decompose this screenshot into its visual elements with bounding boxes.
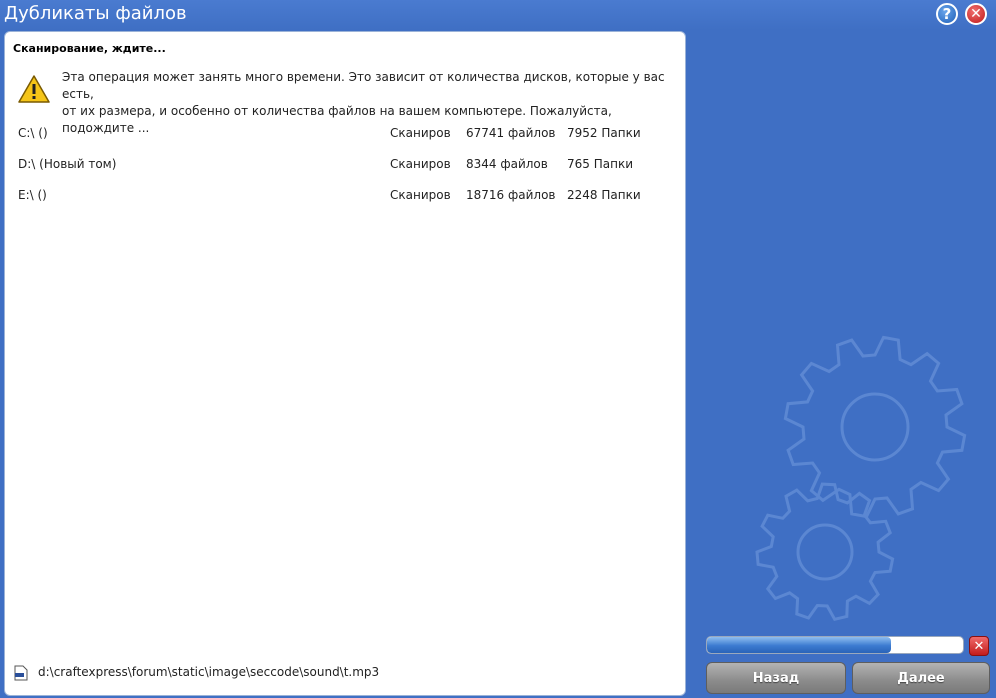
close-icon[interactable]: ✕ (965, 3, 987, 25)
drive-files-count: 8344 файлов (466, 157, 548, 171)
scan-progress-bar (706, 636, 964, 654)
drive-status: Сканиров (390, 126, 451, 140)
scan-progress-fill (707, 637, 892, 653)
description-line-1: Эта операция может занять много времени.… (62, 70, 665, 101)
next-button[interactable]: Далее (852, 662, 990, 694)
help-icon[interactable]: ? (936, 3, 958, 25)
drive-name: D:\ (Новый том) (18, 157, 117, 171)
drive-files-count: 18716 файлов (466, 188, 556, 202)
drive-row-d: D:\ (Новый том) Сканиров 8344 файлов 765… (5, 157, 687, 175)
drive-status: Сканиров (390, 157, 451, 171)
drive-row-e: E:\ () Сканиров 18716 файлов 2248 Папки (5, 188, 687, 206)
drive-folders-count: 765 Папки (567, 157, 633, 171)
window-title: Дубликаты файлов (4, 3, 187, 24)
drive-name: C:\ () (18, 126, 48, 140)
gears-decoration (755, 335, 967, 622)
drive-name: E:\ () (18, 188, 47, 202)
scan-panel: Сканирование, ждите... Эта операция може… (4, 31, 686, 696)
warning-icon (18, 75, 50, 103)
drive-files-count: 67741 файлов (466, 126, 556, 140)
file-icon (14, 665, 28, 681)
cancel-icon[interactable]: ✕ (969, 636, 989, 656)
scan-heading: Сканирование, ждите... (13, 42, 166, 55)
drive-status: Сканиров (390, 188, 451, 202)
current-file-path: d:\craftexpress\forum\static\image\secco… (38, 665, 380, 679)
drive-folders-count: 7952 Папки (567, 126, 641, 140)
title-bar: Дубликаты файлов ? ✕ (0, 0, 996, 30)
drive-row-c: C:\ () Сканиров 67741 файлов 7952 Папки (5, 126, 687, 144)
back-button[interactable]: Назад (706, 662, 846, 694)
drive-folders-count: 2248 Папки (567, 188, 641, 202)
